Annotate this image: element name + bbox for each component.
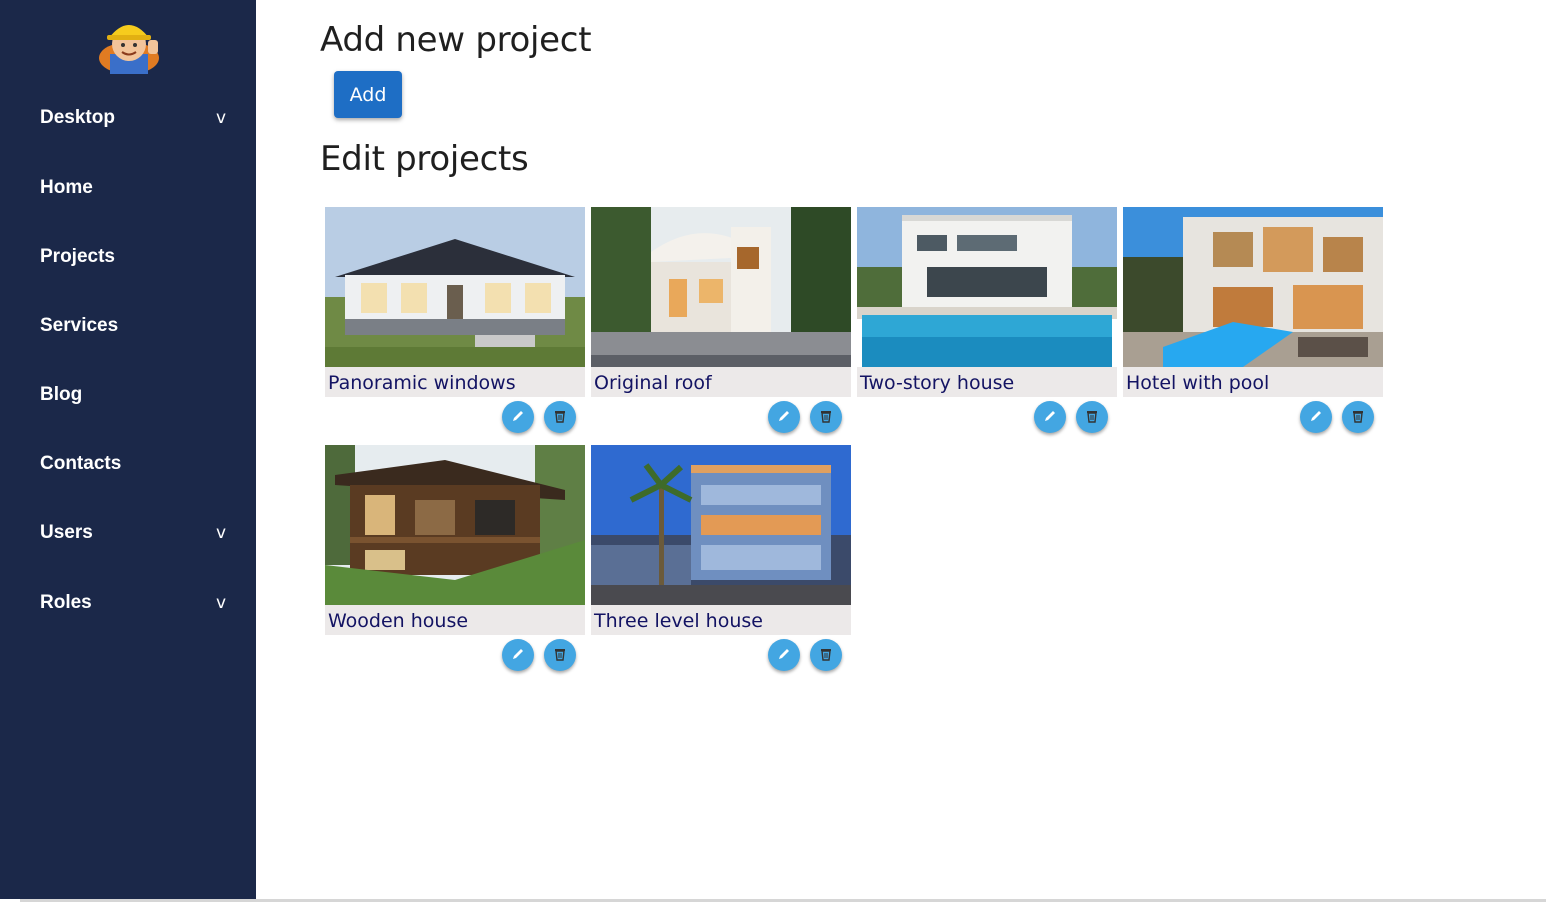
edit-button[interactable]	[1034, 401, 1066, 433]
pencil-icon	[1042, 408, 1058, 427]
sidebar: Desktop v Home Projects Services Blog Co…	[0, 0, 256, 899]
pencil-icon	[1308, 408, 1324, 427]
chevron-down-icon: v	[215, 523, 226, 543]
sidebar-item-services[interactable]: Services	[40, 312, 230, 340]
trash-icon	[818, 646, 834, 665]
edit-button[interactable]	[1300, 401, 1332, 433]
modern-house-photo[interactable]	[591, 207, 851, 367]
sidebar-item-projects[interactable]: Projects	[40, 243, 230, 271]
delete-button[interactable]	[1342, 401, 1374, 433]
sidebar-item-users[interactable]: Users v	[40, 519, 230, 547]
sidebar-item-label: Home	[40, 177, 93, 198]
chevron-down-icon: v	[215, 108, 226, 128]
add-project-heading: Add new project	[320, 20, 592, 60]
sidebar-item-home[interactable]: Home	[40, 174, 230, 202]
sidebar-item-label: Contacts	[40, 453, 122, 474]
pencil-icon	[776, 408, 792, 427]
edit-button[interactable]	[768, 639, 800, 671]
sidebar-item-label: Desktop	[40, 107, 115, 128]
edit-projects-heading: Edit projects	[320, 139, 529, 179]
edit-button[interactable]	[502, 639, 534, 671]
delete-button[interactable]	[544, 401, 576, 433]
sidebar-item-contacts[interactable]: Contacts	[40, 450, 230, 478]
edit-button[interactable]	[768, 401, 800, 433]
sidebar-item-label: Blog	[40, 384, 83, 405]
project-title[interactable]: Hotel with pool	[1123, 367, 1383, 397]
trash-icon	[818, 408, 834, 427]
pencil-icon	[510, 646, 526, 665]
project-card: Hotel with pool	[1123, 207, 1383, 437]
pool-house-photo[interactable]	[857, 207, 1117, 367]
pencil-icon	[776, 646, 792, 665]
delete-button[interactable]	[544, 639, 576, 671]
pencil-icon	[510, 408, 526, 427]
project-title[interactable]: Original roof	[591, 367, 851, 397]
white-house-photo[interactable]	[325, 207, 585, 367]
project-card: Three level house	[591, 445, 851, 675]
delete-button[interactable]	[1076, 401, 1108, 433]
sidebar-item-roles[interactable]: Roles v	[40, 589, 230, 617]
chevron-down-icon: v	[215, 593, 226, 613]
project-card: Original roof	[591, 207, 851, 437]
sidebar-item-blog[interactable]: Blog	[40, 381, 230, 409]
delete-button[interactable]	[810, 401, 842, 433]
project-title[interactable]: Wooden house	[325, 605, 585, 635]
trash-icon	[1350, 408, 1366, 427]
wooden-house-photo[interactable]	[325, 445, 585, 605]
sidebar-item-label: Roles	[40, 592, 92, 613]
hotel-pool-photo[interactable]	[1123, 207, 1383, 367]
builder-logo[interactable]	[90, 14, 168, 74]
project-card: Wooden house	[325, 445, 585, 675]
office-building-photo[interactable]	[591, 445, 851, 605]
trash-icon	[552, 646, 568, 665]
project-card: Two-story house	[857, 207, 1117, 437]
sidebar-item-label: Users	[40, 522, 93, 543]
add-project-button[interactable]: Add	[334, 71, 402, 118]
project-card: Panoramic windows	[325, 207, 585, 437]
sidebar-item-label: Projects	[40, 246, 115, 267]
edit-button[interactable]	[502, 401, 534, 433]
sidebar-item-desktop[interactable]: Desktop v	[40, 104, 230, 132]
project-title[interactable]: Three level house	[591, 605, 851, 635]
project-title[interactable]: Two-story house	[857, 367, 1117, 397]
trash-icon	[552, 408, 568, 427]
delete-button[interactable]	[810, 639, 842, 671]
project-title[interactable]: Panoramic windows	[325, 367, 585, 397]
trash-icon	[1084, 408, 1100, 427]
sidebar-item-label: Services	[40, 315, 119, 336]
